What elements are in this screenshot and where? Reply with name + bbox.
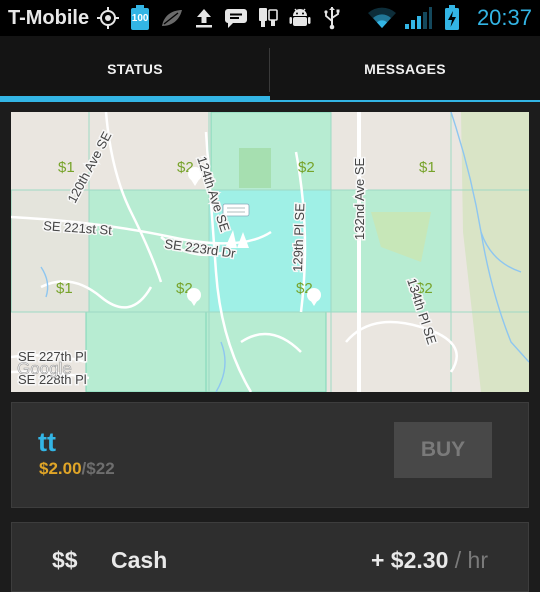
- zone-price-label: $1: [419, 159, 436, 176]
- rate-unit: / hr: [454, 547, 488, 573]
- sms-icon: [223, 5, 249, 31]
- street-label: 132nd Ave SE: [352, 158, 367, 240]
- buy-button[interactable]: BUY: [394, 422, 492, 478]
- max-price: $22: [86, 459, 115, 478]
- map-attribution: Google: [17, 359, 72, 378]
- parking-map[interactable]: $1 $2 $2 $1 $1 $2 $2 $2 120th Ave SE 124…: [11, 112, 529, 392]
- zone-price-label: $1: [56, 280, 73, 297]
- rate-amount: + $2.30: [370, 547, 449, 573]
- usb-icon: [255, 5, 281, 31]
- status-bar: T-Mobile 100 20:37: [0, 0, 540, 36]
- zone-price-label: $2: [298, 159, 315, 176]
- hourly-rate: + $2.30 / hr: [371, 547, 488, 574]
- clock: 20:37: [476, 5, 532, 30]
- payment-row[interactable]: $$ Cash + $2.30 / hr: [11, 522, 529, 592]
- tab-selected-indicator: [0, 96, 270, 102]
- payment-method: Cash: [111, 547, 168, 573]
- battery-widget-label: 100: [131, 13, 149, 24]
- usb-debug-icon: [319, 5, 345, 31]
- wifi-icon: [367, 5, 397, 31]
- tab-messages-label: MESSAGES: [364, 61, 446, 77]
- price-line: $2.00/$22: [39, 459, 115, 479]
- tab-status[interactable]: STATUS: [0, 36, 270, 102]
- gps-icon: [95, 5, 121, 31]
- tab-messages[interactable]: MESSAGES: [270, 36, 540, 102]
- parking-card: tt $2.00/$22 BUY: [11, 402, 529, 508]
- carrier-name: T-Mobile: [8, 6, 90, 29]
- price-tier-symbol: $$: [52, 547, 78, 573]
- tab-status-label: STATUS: [107, 61, 163, 77]
- upload-icon: [191, 5, 217, 31]
- leaf-icon: [159, 5, 185, 31]
- battery-widget-icon: 100: [127, 5, 153, 31]
- street-label: 129th Pl SE: [290, 203, 307, 272]
- tab-bar: STATUS MESSAGES: [0, 36, 540, 102]
- spot-name: tt: [38, 427, 56, 457]
- current-price: $2.00: [39, 459, 82, 478]
- zone-price-label: $1: [58, 159, 75, 176]
- tab-underline: [270, 100, 540, 102]
- signal-icon: [403, 5, 433, 31]
- battery-charging-icon: [439, 5, 465, 31]
- android-icon: [287, 5, 313, 31]
